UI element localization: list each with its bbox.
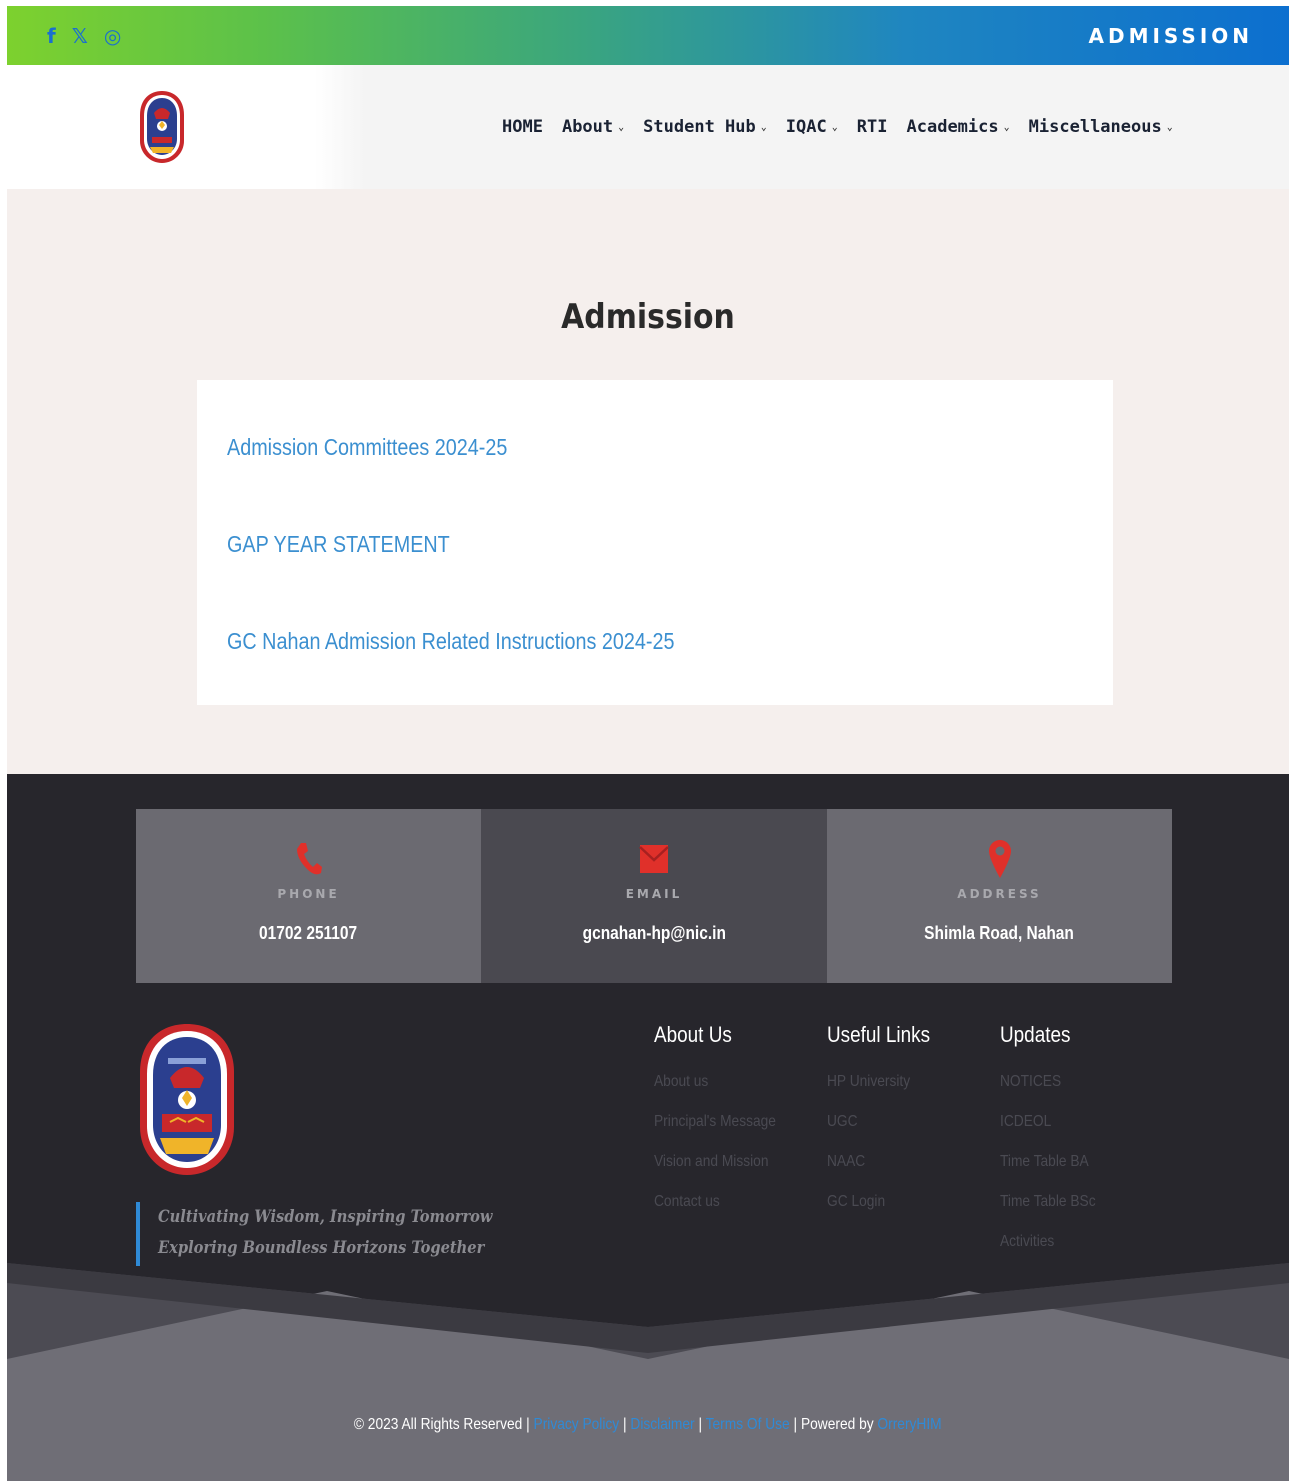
chevron-down-icon: ⌄ xyxy=(1003,121,1010,133)
footer-zigzag-background xyxy=(7,1263,1289,1481)
page-title: Admission xyxy=(561,297,735,337)
admission-section: Admission Admission Committees 2024-25 G… xyxy=(7,189,1289,774)
footer-about-title: About Us xyxy=(654,1022,732,1047)
page: f 𝕏 ◎ ADMISSION HOME About ⌄ Student Hub ⌄… xyxy=(7,6,1289,1481)
contact-email[interactable]: EMAIL gcnahan-hp@nic.in xyxy=(481,809,827,983)
footer-column-about: About Us About us Principal's Message Vi… xyxy=(654,1022,796,1222)
instagram-icon[interactable]: ◎ xyxy=(104,26,121,46)
nav-student-hub-label: Student Hub xyxy=(643,117,756,137)
contact-email-label: EMAIL xyxy=(625,887,683,901)
footer-link-vision-mission[interactable]: Vision and Mission xyxy=(654,1142,776,1182)
nav-academics-label: Academics xyxy=(906,117,999,137)
tagline-line-1: Cultivating Wisdom, Inspiring Tomorrow xyxy=(158,1207,493,1227)
site-header: HOME About ⌄ Student Hub ⌄ IQAC ⌄ RTI Acade… xyxy=(7,65,1289,189)
chevron-down-icon: ⌄ xyxy=(1166,121,1173,133)
nav-rti[interactable]: RTI xyxy=(857,117,888,137)
footer-link-notices[interactable]: NOTICES xyxy=(1000,1062,1096,1102)
link-admission-committees[interactable]: Admission Committees 2024-25 xyxy=(227,434,507,461)
contact-address-label: ADDRESS xyxy=(957,887,1042,901)
link-gap-year-statement[interactable]: GAP YEAR STATEMENT xyxy=(227,531,450,558)
nav-about-label: About xyxy=(561,117,614,137)
nav-home[interactable]: HOME xyxy=(502,117,543,137)
nav-home-label: HOME xyxy=(502,117,543,137)
email-icon xyxy=(637,839,671,879)
facebook-icon[interactable]: f xyxy=(47,26,56,46)
contact-phone[interactable]: PHONE 01702 251107 xyxy=(136,809,481,983)
college-emblem xyxy=(140,1024,234,1175)
disclaimer-link[interactable]: Disclaimer xyxy=(631,1416,695,1433)
footer-link-principals-message[interactable]: Principal's Message xyxy=(654,1102,776,1142)
contact-address[interactable]: ADDRESS Shimla Road, Nahan xyxy=(827,809,1172,983)
topbar-page-title: ADMISSION xyxy=(1088,23,1253,48)
nav-about[interactable]: About ⌄ xyxy=(562,117,624,137)
top-bar: f 𝕏 ◎ ADMISSION xyxy=(7,6,1289,65)
copyright-text: © 2023 All Rights Reserved | xyxy=(354,1416,530,1433)
chevron-down-icon: ⌄ xyxy=(618,121,625,133)
contact-info-row: PHONE 01702 251107 EMAIL gcnahan-hp@nic.… xyxy=(136,809,1173,983)
footer-link-icdeol[interactable]: ICDEOL xyxy=(1000,1102,1096,1142)
footer-link-naac[interactable]: NAAC xyxy=(827,1142,930,1182)
social-links: f 𝕏 ◎ xyxy=(47,26,121,46)
link-admission-instructions[interactable]: GC Nahan Admission Related Instructions … xyxy=(227,628,674,655)
nav-rti-label: RTI xyxy=(856,117,888,137)
privacy-policy-link[interactable]: Privacy Policy xyxy=(534,1416,620,1433)
terms-of-use-link[interactable]: Terms Of Use xyxy=(706,1416,790,1433)
separator: | xyxy=(698,1416,703,1433)
footer-link-hp-university[interactable]: HP University xyxy=(827,1062,930,1102)
footer-link-time-table-ba[interactable]: Time Table BA xyxy=(1000,1142,1096,1182)
contact-phone-label: PHONE xyxy=(277,887,340,901)
nav-iqac[interactable]: IQAC ⌄ xyxy=(786,117,838,137)
footer-link-about-us[interactable]: About us xyxy=(654,1062,776,1102)
footer-link-activities[interactable]: Activities xyxy=(1000,1222,1096,1262)
separator: | xyxy=(623,1416,627,1433)
main-nav: HOME About ⌄ Student Hub ⌄ IQAC ⌄ RTI Acade… xyxy=(502,65,1192,189)
nav-academics[interactable]: Academics ⌄ xyxy=(907,117,1010,137)
x-twitter-icon[interactable]: 𝕏 xyxy=(72,26,88,46)
footer-link-ugc[interactable]: UGC xyxy=(827,1102,930,1142)
footer-tagline: Cultivating Wisdom, Inspiring Tomorrow E… xyxy=(136,1202,547,1266)
college-logo[interactable] xyxy=(138,89,186,165)
nav-miscellaneous-label: Miscellaneous xyxy=(1028,117,1162,137)
footer-column-updates: Updates NOTICES ICDEOL Time Table BA Tim… xyxy=(1000,1022,1111,1262)
contact-email-value: gcnahan-hp@nic.in xyxy=(582,923,726,943)
site-footer: PHONE 01702 251107 EMAIL gcnahan-hp@nic.… xyxy=(7,774,1289,1481)
nav-miscellaneous[interactable]: Miscellaneous ⌄ xyxy=(1029,117,1173,137)
chevron-down-icon: ⌄ xyxy=(831,121,838,133)
tagline-line-2: Exploring Boundless Horizons Together xyxy=(158,1238,485,1258)
powered-by-link[interactable]: OrreryHIM xyxy=(878,1416,942,1433)
footer-link-contact-us[interactable]: Contact us xyxy=(654,1182,776,1222)
nav-student-hub[interactable]: Student Hub ⌄ xyxy=(643,117,767,137)
powered-by-text: | Powered by xyxy=(793,1416,874,1433)
copyright-bar: © 2023 All Rights Reserved | Privacy Pol… xyxy=(7,1416,1289,1434)
nav-iqac-label: IQAC xyxy=(785,117,827,137)
footer-useful-title: Useful Links xyxy=(827,1022,931,1047)
location-pin-icon xyxy=(983,839,1017,879)
chevron-down-icon: ⌄ xyxy=(760,121,767,133)
contact-address-value: Shimla Road, Nahan xyxy=(924,923,1075,943)
admission-links-card: Admission Committees 2024-25 GAP YEAR ST… xyxy=(197,380,1113,705)
footer-link-gc-login[interactable]: GC Login xyxy=(827,1182,930,1222)
phone-icon xyxy=(292,839,326,879)
footer-updates-title: Updates xyxy=(1000,1022,1071,1047)
footer-column-useful-links: Useful Links HP University UGC NAAC GC L… xyxy=(827,1022,947,1222)
footer-link-time-table-bsc[interactable]: Time Table BSc xyxy=(1000,1182,1096,1222)
contact-phone-value: 01702 251107 xyxy=(259,923,358,943)
